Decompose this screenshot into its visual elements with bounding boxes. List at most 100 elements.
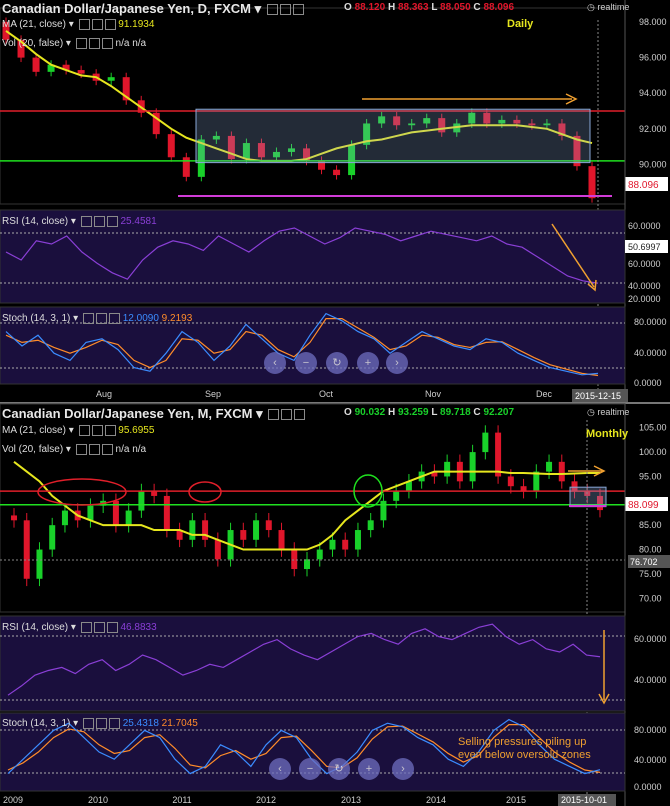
monthly-stoch-tick: 80.0000 <box>634 725 667 735</box>
zoom-out-button[interactable]: − <box>295 352 317 374</box>
monthly-candle <box>87 505 94 521</box>
monthly-date-label: 2015-10-01 <box>561 795 607 805</box>
daily-price-tick: 94.000 <box>639 88 667 98</box>
daily-realtime[interactable]: ◷ realtime <box>587 2 629 13</box>
reset-button[interactable]: ↻ <box>328 758 350 780</box>
daily-rsi-tick: 60.0000 <box>628 259 661 269</box>
settings-icon[interactable] <box>82 313 94 324</box>
visibility-icon[interactable] <box>91 425 103 436</box>
vol-value: n/a n/a <box>115 38 147 50</box>
settings-icon[interactable] <box>82 718 94 729</box>
close-icon[interactable] <box>101 38 113 49</box>
reset-button[interactable]: ↻ <box>326 352 348 374</box>
ohlc-close: 88.096 <box>483 2 515 13</box>
monthly-price-tick: 85.00 <box>639 520 662 530</box>
zoom-out-button[interactable]: − <box>299 758 321 780</box>
daily-month-label: Sep <box>205 389 221 399</box>
close-icon[interactable] <box>104 425 116 436</box>
close-icon[interactable] <box>108 718 120 729</box>
monthly-stoch-tick: 0.0000 <box>634 782 662 792</box>
stoch-k-value: 12.0090 <box>122 313 159 325</box>
monthly-ma-legend[interactable]: MA (21, close) ▾ 95.6955 <box>2 425 154 436</box>
settings-icon[interactable] <box>78 425 90 436</box>
monthly-stoch-legend[interactable]: Stoch (14, 3, 1) ▾ 25.4318 21.7045 <box>2 718 198 729</box>
visibility-icon[interactable] <box>93 622 105 633</box>
daily-rsi-legend[interactable]: RSI (14, close) ▾ 25.4581 <box>2 216 157 227</box>
visibility-icon[interactable] <box>95 718 107 729</box>
monthly-year-label: 2011 <box>172 795 191 805</box>
visibility-icon[interactable] <box>95 313 107 324</box>
monthly-candle <box>444 461 451 477</box>
daily-price-tick: 90.000 <box>639 159 667 169</box>
close-icon[interactable] <box>101 444 113 455</box>
monthly-price-tick: 100.00 <box>639 447 667 457</box>
realtime-label: realtime <box>597 407 630 417</box>
visibility-icon[interactable] <box>88 444 100 455</box>
visibility-icon[interactable] <box>93 216 105 227</box>
scroll-left-button[interactable]: ‹ <box>264 352 286 374</box>
daily-candle <box>32 57 40 72</box>
ohlc-close: 92.207 <box>483 407 515 418</box>
daily-ma-legend[interactable]: MA (21, close) ▾ 91.1934 <box>2 19 154 30</box>
scroll-left-button[interactable]: ‹ <box>269 758 291 780</box>
ohlc-o-label: O <box>344 2 352 13</box>
settings-icon[interactable] <box>268 409 280 421</box>
scroll-right-button[interactable]: › <box>386 352 408 374</box>
daily-price-tick: 92.000 <box>639 124 667 134</box>
close-icon[interactable] <box>106 622 118 633</box>
visibility-icon[interactable] <box>88 38 100 49</box>
close-icon[interactable] <box>104 19 116 30</box>
monthly-year-label: 2013 <box>341 795 361 805</box>
settings-icon[interactable] <box>80 216 92 227</box>
daily-date-label: 2015-12-15 <box>575 391 621 401</box>
ma-label: MA (21, close) <box>2 425 66 437</box>
monthly-vol-legend[interactable]: Vol (20, false) ▾ n/a n/a <box>2 444 146 455</box>
ohlc-c-label: C <box>473 407 481 418</box>
close-icon[interactable] <box>294 409 306 421</box>
settings-icon[interactable] <box>75 38 87 49</box>
close-icon[interactable] <box>106 216 118 227</box>
settings-icon[interactable] <box>78 19 90 30</box>
ma-value: 91.1934 <box>118 19 155 31</box>
settings-icon[interactable] <box>266 4 278 16</box>
monthly-rsi-legend[interactable]: RSI (14, close) ▾ 46.8833 <box>2 622 157 633</box>
zoom-in-button[interactable]: + <box>357 352 379 374</box>
monthly-candle <box>138 491 145 511</box>
daily-range-box <box>195 108 591 164</box>
chevron-down-icon[interactable]: ▾ <box>256 406 263 421</box>
daily-stoch-legend[interactable]: Stoch (14, 3, 1) ▾ 12.0090 9.2193 <box>2 313 192 324</box>
monthly-year-label: 2009 <box>3 795 23 805</box>
daily-stoch-tick: 80.0000 <box>634 317 667 327</box>
daily-candle <box>588 166 596 199</box>
daily-candle <box>107 77 115 81</box>
monthly-year-label: 2010 <box>88 795 108 805</box>
close-icon[interactable] <box>108 313 120 324</box>
visibility-icon[interactable] <box>281 409 293 421</box>
chart-canvas: 98.000 96.000 94.000 92.000 90.000 88.096 50.6… <box>0 0 670 806</box>
realtime-label: realtime <box>597 2 630 12</box>
ohlc-low: 88.050 <box>440 2 471 13</box>
annotation-text: Selling pressures piling up even below o… <box>458 736 591 762</box>
monthly-candle <box>380 500 387 521</box>
monthly-tag: Monthly <box>586 428 629 440</box>
chevron-down-icon[interactable]: ▾ <box>255 1 262 16</box>
settings-icon[interactable] <box>80 622 92 633</box>
daily-rsi-level: 50.6997 <box>628 242 661 252</box>
daily-vol-legend[interactable]: Vol (20, false) ▾ n/a n/a <box>2 38 146 49</box>
monthly-realtime[interactable]: ◷ realtime <box>587 407 629 418</box>
daily-title: Canadian Dollar/Japanese Yen, D, FXCM ▾ <box>2 1 304 17</box>
close-icon[interactable] <box>292 4 304 16</box>
zoom-in-button[interactable]: + <box>358 758 380 780</box>
stoch-d-value: 9.2193 <box>161 313 193 325</box>
daily-candle <box>77 70 85 74</box>
daily-month-label: Nov <box>425 389 442 399</box>
scroll-right-button[interactable]: › <box>392 758 414 780</box>
monthly-price-tick: 80.00 <box>639 545 662 555</box>
daily-candle <box>167 134 175 158</box>
ohlc-high: 93.259 <box>397 407 429 418</box>
monthly-ohlc: O 90.032 H 93.259 L 89.718 C 92.207 <box>344 407 514 418</box>
visibility-icon[interactable] <box>91 19 103 30</box>
settings-icon[interactable] <box>75 444 87 455</box>
visibility-icon[interactable] <box>279 4 291 16</box>
monthly-candle <box>202 520 209 540</box>
